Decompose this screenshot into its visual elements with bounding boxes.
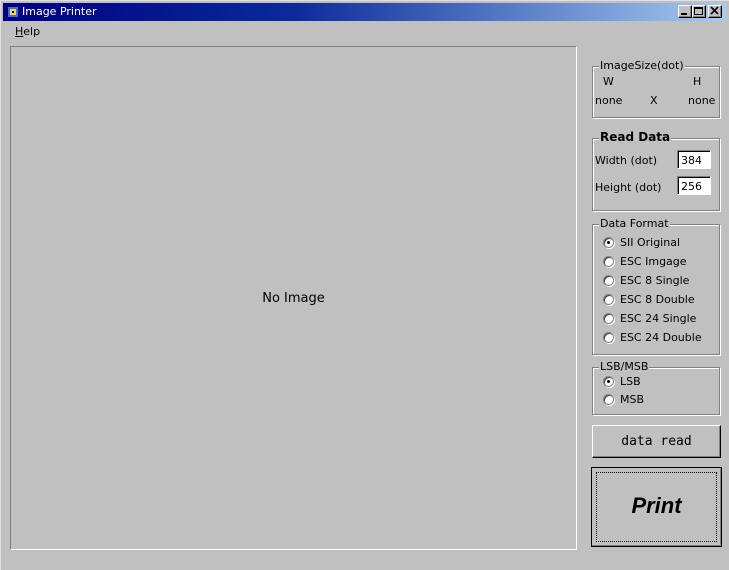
minimize-button[interactable] [678, 5, 692, 18]
image-size-width-value: none [595, 94, 623, 107]
data-read-label: data read [621, 434, 692, 449]
maximize-icon [694, 7, 703, 15]
radio-label: ESC 24 Double [620, 331, 702, 344]
maximize-button[interactable] [692, 5, 706, 18]
radio-button[interactable] [603, 376, 614, 387]
image-size-w-label: W [603, 75, 614, 88]
window-title: Image Printer [22, 5, 97, 18]
radio-label: ESC Imgage [620, 255, 687, 268]
data-read-button[interactable]: data read [592, 425, 721, 458]
width-input[interactable] [677, 150, 711, 169]
title-bar[interactable]: Image Printer [3, 3, 726, 21]
bit-order-legend: LSB/MSB [599, 360, 650, 373]
width-label: Width (dot) [595, 154, 658, 167]
bit-order-group: LSB/MSB LSB MSB [592, 360, 720, 415]
menu-help[interactable]: Help [15, 25, 40, 38]
radio-label: ESC 8 Double [620, 293, 695, 306]
radio-button[interactable] [603, 394, 614, 405]
data-format-legend: Data Format [599, 217, 670, 230]
radio-button[interactable] [603, 313, 614, 324]
radio-button[interactable] [603, 332, 614, 343]
close-button[interactable] [708, 5, 722, 18]
radio-label: LSB [620, 375, 641, 388]
print-label: Print [631, 493, 682, 518]
radio-label: ESC 8 Single [620, 274, 690, 287]
data-format-group: Data Format SII Original ESC Imgage ESC … [592, 217, 720, 355]
menu-help-label: elp [23, 25, 41, 38]
no-image-text: No Image [262, 291, 325, 306]
image-size-h-label: H [693, 75, 702, 88]
radio-button[interactable] [603, 237, 614, 248]
printer-app-icon [8, 7, 18, 17]
image-size-legend: ImageSize(dot) [599, 59, 685, 72]
radio-button[interactable] [603, 256, 614, 267]
close-icon [710, 6, 719, 15]
print-button[interactable]: Print [591, 467, 722, 547]
image-preview-area: No Image [10, 46, 577, 550]
radio-button[interactable] [603, 294, 614, 305]
read-data-legend: Read Data [599, 130, 672, 144]
minimize-icon [681, 13, 687, 15]
radio-label: MSB [620, 393, 645, 406]
app-window: Image Printer Help No Image ImageSize(do… [0, 0, 729, 570]
radio-label: ESC 24 Single [620, 312, 697, 325]
image-size-group: ImageSize(dot) W H none X none [592, 59, 720, 118]
image-size-height-value: none [688, 94, 716, 107]
image-size-separator: X [650, 94, 658, 107]
height-label: Height (dot) [595, 181, 662, 194]
read-data-group: Read Data Width (dot) Height (dot) [592, 130, 720, 211]
menu-bar: Help [3, 22, 726, 40]
height-input[interactable] [677, 176, 711, 195]
radio-button[interactable] [603, 275, 614, 286]
radio-label: SII Original [620, 236, 681, 249]
